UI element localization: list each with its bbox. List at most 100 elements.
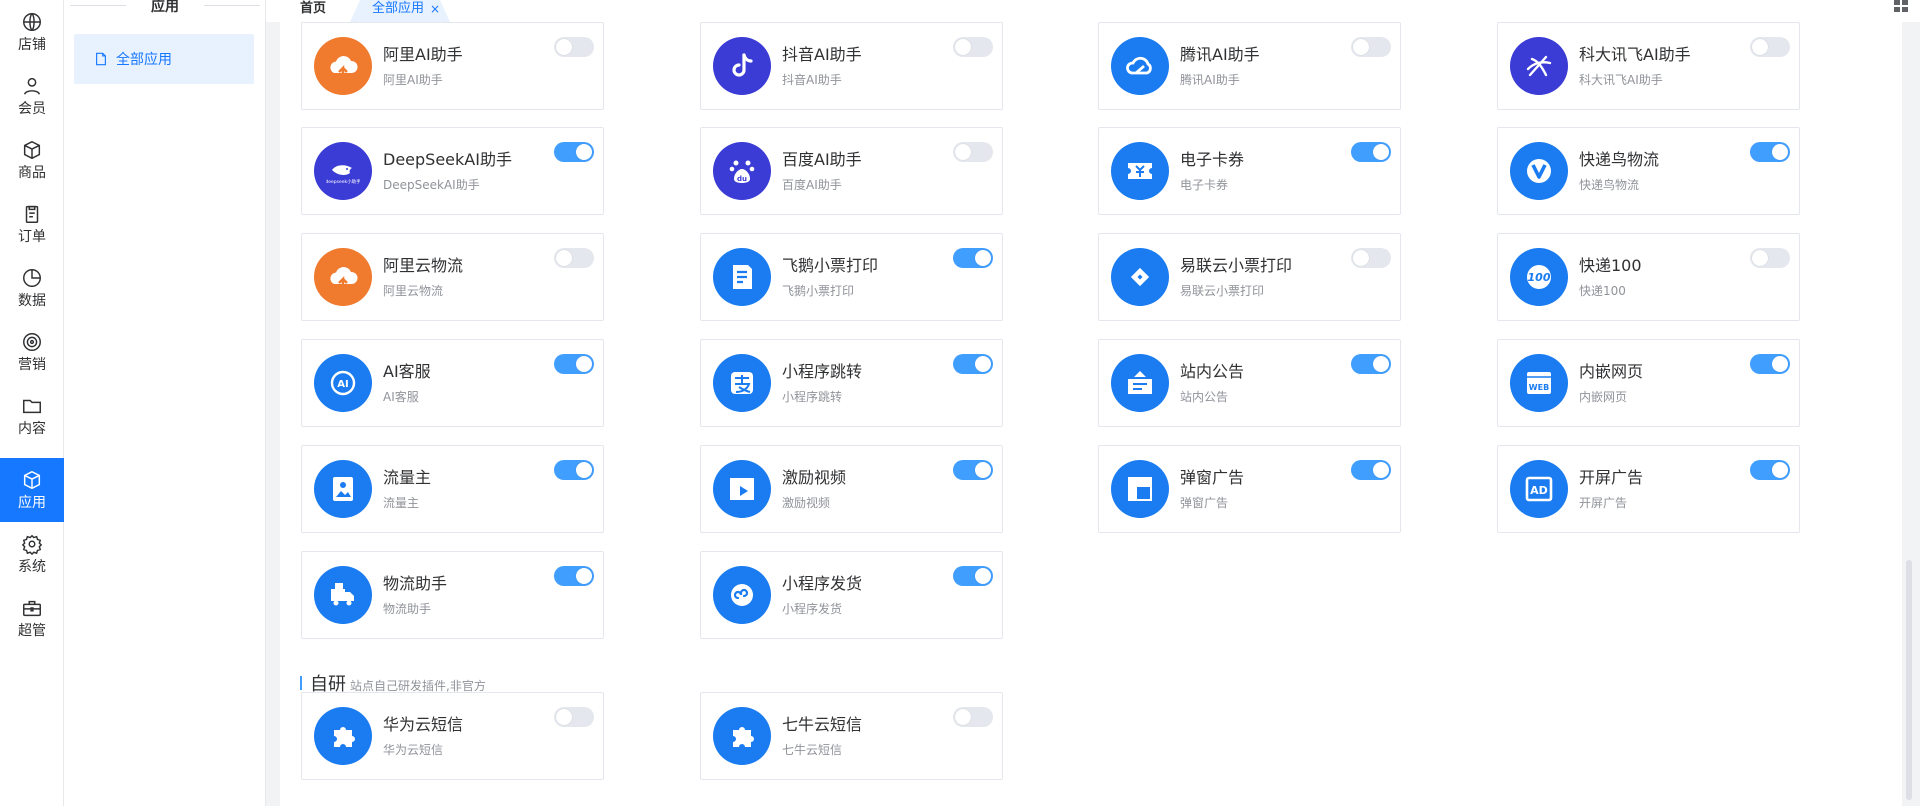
scrollbar[interactable] bbox=[1906, 560, 1912, 800]
douyin-icon bbox=[732, 53, 753, 77]
nav-super-admin[interactable]: 超管 bbox=[0, 586, 64, 650]
iflytek-icon bbox=[1526, 55, 1552, 77]
tab-home[interactable]: 首页 bbox=[290, 0, 336, 22]
app-enable-toggle[interactable] bbox=[1750, 37, 1790, 57]
tab-all-apps[interactable]: 全部应用 × bbox=[350, 0, 450, 22]
app-card[interactable]: WEB 内嵌网页 内嵌网页 bbox=[1497, 339, 1800, 427]
nav-content[interactable]: 内容 bbox=[0, 384, 64, 448]
nav-label: 会员 bbox=[18, 101, 46, 117]
app-card[interactable]: 华为云短信 华为云短信 bbox=[301, 692, 604, 780]
nav-marketing[interactable]: 营销 bbox=[0, 320, 64, 384]
video-icon bbox=[730, 478, 754, 500]
cube-icon bbox=[23, 470, 41, 490]
app-enable-toggle[interactable] bbox=[554, 354, 594, 374]
notice-icon bbox=[1128, 371, 1152, 394]
coupon-icon bbox=[1128, 163, 1152, 179]
app-name: 腾讯AI助手 bbox=[1180, 45, 1260, 64]
app-card[interactable]: 快递鸟物流 快递鸟物流 bbox=[1497, 127, 1800, 215]
app-icon-wrap bbox=[1111, 248, 1169, 306]
app-enable-toggle[interactable] bbox=[554, 37, 594, 57]
app-icon-wrap bbox=[1510, 142, 1568, 200]
tabs-bar: 首页 全部应用 × bbox=[266, 0, 1920, 22]
app-desc: 开屏广告 bbox=[1579, 496, 1628, 510]
app-enable-toggle[interactable] bbox=[554, 460, 594, 480]
app-enable-toggle[interactable] bbox=[1351, 460, 1391, 480]
app-icon-wrap bbox=[713, 37, 771, 95]
app-enable-toggle[interactable] bbox=[953, 354, 993, 374]
app-icon-wrap: AD bbox=[1510, 460, 1568, 518]
app-icon-wrap bbox=[314, 707, 372, 765]
app-enable-toggle[interactable] bbox=[953, 142, 993, 162]
submenu-item-all-apps[interactable]: 全部应用 bbox=[74, 34, 254, 84]
app-card[interactable]: 100 快递100 快递100 bbox=[1497, 233, 1800, 321]
app-card[interactable]: 抖音AI助手 抖音AI助手 bbox=[700, 22, 1003, 110]
grid-icon[interactable] bbox=[1894, 0, 1908, 12]
app-card[interactable]: 科大讯飞AI助手 科大讯飞AI助手 bbox=[1497, 22, 1800, 110]
nav-member[interactable]: 会员 bbox=[0, 64, 64, 128]
app-card[interactable]: 飞鹅小票打印 飞鹅小票打印 bbox=[700, 233, 1003, 321]
app-card[interactable]: 小程序发货 小程序发货 bbox=[700, 551, 1003, 639]
miniprogram-icon bbox=[731, 584, 753, 606]
app-card[interactable]: 阿里AI助手 阿里AI助手 bbox=[301, 22, 604, 110]
submenu-title: 应用 bbox=[64, 0, 266, 18]
deepseek-whale-icon: deepseek小助手 bbox=[326, 165, 360, 185]
tencent-cloud-icon bbox=[1126, 56, 1152, 75]
app-enable-toggle[interactable] bbox=[953, 707, 993, 727]
gear-icon bbox=[21, 534, 43, 555]
app-name: 科大讯飞AI助手 bbox=[1579, 45, 1691, 64]
app-card[interactable]: 七牛云短信 七牛云短信 bbox=[700, 692, 1003, 780]
alipay-icon bbox=[731, 372, 753, 394]
app-enable-toggle[interactable] bbox=[1351, 142, 1391, 162]
target-icon bbox=[23, 333, 41, 351]
app-card[interactable]: 物流助手 物流助手 bbox=[301, 551, 604, 639]
svg-text:WEB: WEB bbox=[1529, 383, 1549, 392]
app-enable-toggle[interactable] bbox=[1750, 142, 1790, 162]
app-card[interactable]: 电子卡券 电子卡券 bbox=[1098, 127, 1401, 215]
app-card[interactable]: deepseek小助手 DeepSeekAI助手 DeepSeekAI助手 bbox=[301, 127, 604, 215]
app-enable-toggle[interactable] bbox=[953, 566, 993, 586]
app-enable-toggle[interactable] bbox=[554, 248, 594, 268]
app-enable-toggle[interactable] bbox=[1750, 248, 1790, 268]
app-desc: 华为云短信 bbox=[383, 743, 444, 757]
nav-order[interactable]: 订单 bbox=[0, 192, 64, 256]
app-enable-toggle[interactable] bbox=[554, 707, 594, 727]
app-icon-wrap bbox=[1111, 142, 1169, 200]
app-enable-toggle[interactable] bbox=[554, 142, 594, 162]
app-enable-toggle[interactable] bbox=[1750, 354, 1790, 374]
app-card[interactable]: AD 开屏广告 开屏广告 bbox=[1497, 445, 1800, 533]
app-enable-toggle[interactable] bbox=[1351, 37, 1391, 57]
main-nav-rail: 店铺 会员 商品 订单 数据 营销 内容 应用 系统 超管 bbox=[0, 0, 64, 806]
app-card[interactable]: 小程序跳转 小程序跳转 bbox=[700, 339, 1003, 427]
nav-label: 超管 bbox=[18, 623, 46, 639]
nav-app[interactable]: 应用 bbox=[0, 458, 64, 522]
app-card[interactable]: AI AI客服 AI客服 bbox=[301, 339, 604, 427]
app-card[interactable]: 易联云小票打印 易联云小票打印 bbox=[1098, 233, 1401, 321]
app-card[interactable]: 激励视频 激励视频 bbox=[700, 445, 1003, 533]
app-card[interactable]: 弹窗广告 弹窗广告 bbox=[1098, 445, 1401, 533]
nav-label: 应用 bbox=[18, 495, 46, 511]
nav-system[interactable]: 系统 bbox=[0, 522, 64, 586]
app-enable-toggle[interactable] bbox=[953, 460, 993, 480]
app-card[interactable]: 流量主 流量主 bbox=[301, 445, 604, 533]
nav-data[interactable]: 数据 bbox=[0, 256, 64, 320]
app-enable-toggle[interactable] bbox=[953, 248, 993, 268]
app-card[interactable]: 阿里云物流 阿里云物流 bbox=[301, 233, 604, 321]
submenu-item-label: 全部应用 bbox=[116, 52, 172, 68]
app-enable-toggle[interactable] bbox=[1351, 354, 1391, 374]
app-name: 七牛云短信 bbox=[782, 715, 863, 734]
app-desc: 抖音AI助手 bbox=[782, 73, 842, 87]
app-card[interactable]: 腾讯AI助手 腾讯AI助手 bbox=[1098, 22, 1401, 110]
app-enable-toggle[interactable] bbox=[1750, 460, 1790, 480]
nav-shop[interactable]: 店铺 bbox=[0, 0, 64, 64]
svg-text:AI: AI bbox=[337, 379, 348, 390]
app-enable-toggle[interactable] bbox=[554, 566, 594, 586]
app-card[interactable]: du 百度AI助手 百度AI助手 bbox=[700, 127, 1003, 215]
app-desc: 站内公告 bbox=[1180, 390, 1229, 404]
app-name: 弹窗广告 bbox=[1180, 468, 1245, 487]
web-icon: WEB bbox=[1527, 372, 1551, 394]
nav-goods[interactable]: 商品 bbox=[0, 128, 64, 192]
app-enable-toggle[interactable] bbox=[1351, 248, 1391, 268]
close-icon[interactable]: × bbox=[430, 0, 440, 18]
app-card[interactable]: 站内公告 站内公告 bbox=[1098, 339, 1401, 427]
app-enable-toggle[interactable] bbox=[953, 37, 993, 57]
